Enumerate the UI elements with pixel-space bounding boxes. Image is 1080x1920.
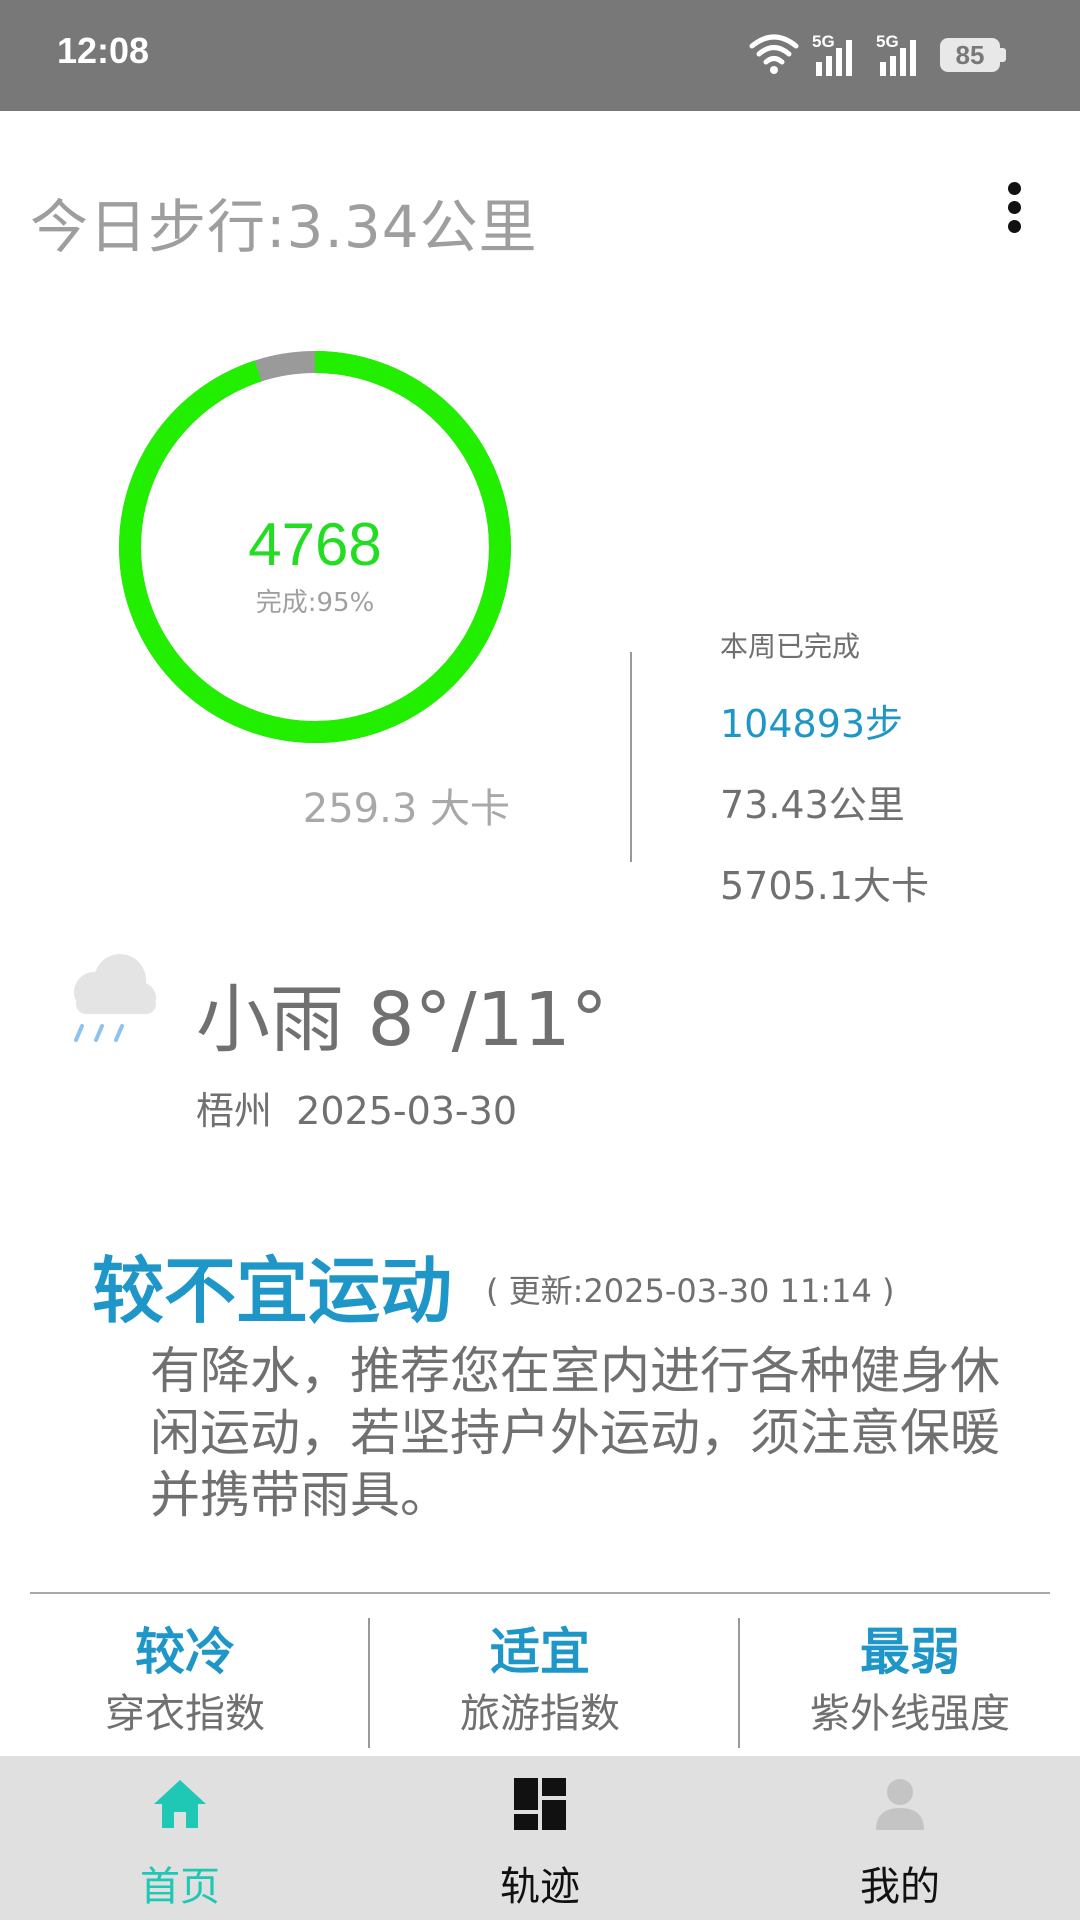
status-time: 12:08 xyxy=(57,30,150,71)
bottom-navigation: 首页 轨迹 我的 xyxy=(0,1756,1080,1920)
week-calories: 5705.1大卡 xyxy=(720,864,929,908)
clothing-index: 较冷 穿衣指数 xyxy=(30,1620,340,1750)
week-summary: 本周已完成 104893步 73.43公里 5705.1大卡 xyxy=(720,625,929,910)
exercise-advice-title: 较不宜运动 xyxy=(92,1249,453,1333)
status-icons: 5G 5G 85 xyxy=(748,30,1018,80)
nav-label: 我的 xyxy=(860,1864,940,1910)
travel-index: 适宜 旅游指数 xyxy=(380,1620,700,1750)
weather-location-date: 梧州 2025-03-30 xyxy=(196,1089,517,1133)
status-bar: 12:08 5G 5G 85 xyxy=(0,0,1080,111)
week-steps: 104893步 xyxy=(720,702,904,746)
index-value: 适宜 xyxy=(490,1623,590,1681)
advice-description: 有降水，推荐您在室内进行各种健身休闲运动，若坚持户外运动，须注意保暖并携带雨具。 xyxy=(150,1342,1000,1524)
section-divider xyxy=(30,1592,1050,1594)
advice-update-time: ( 更新:2025-03-30 11:14 ) xyxy=(486,1272,895,1310)
index-label: 紫外线强度 xyxy=(810,1691,1010,1737)
week-label: 本周已完成 xyxy=(720,630,861,663)
nav-label: 首页 xyxy=(140,1864,220,1910)
nav-home[interactable]: 首页 xyxy=(0,1756,360,1920)
nav-track[interactable]: 轨迹 xyxy=(360,1756,720,1920)
battery-tip xyxy=(1000,48,1006,62)
index-divider xyxy=(368,1618,370,1748)
page-title: 今日步行:3.34公里 xyxy=(30,193,538,261)
more-vertical-icon xyxy=(1008,182,1021,195)
today-steps: 4768 xyxy=(248,511,382,578)
index-label: 穿衣指数 xyxy=(105,1691,265,1737)
more-dot xyxy=(1008,220,1021,233)
more-options-button[interactable] xyxy=(1000,180,1030,236)
signal-strength-icon xyxy=(880,40,916,76)
nav-label: 轨迹 xyxy=(500,1864,580,1910)
today-completion: 完成:95% xyxy=(255,588,375,618)
index-value: 较冷 xyxy=(135,1623,235,1681)
battery-icon: 85 xyxy=(940,38,1000,72)
week-distance: 73.43公里 xyxy=(720,783,905,827)
index-divider xyxy=(738,1618,740,1748)
stats-divider xyxy=(630,652,632,862)
weather-condition: 小雨 8°/11° xyxy=(196,977,608,1063)
wifi-icon xyxy=(749,34,799,74)
index-value: 最弱 xyxy=(860,1623,960,1681)
today-calories: 259.3 大卡 xyxy=(302,786,510,832)
index-label: 旅游指数 xyxy=(460,1691,620,1737)
dashboard-grid-icon xyxy=(514,1778,566,1830)
home-icon xyxy=(154,1780,206,1828)
signal-strength-icon xyxy=(816,40,852,76)
user-profile-icon xyxy=(876,1779,924,1830)
nav-profile[interactable]: 我的 xyxy=(720,1756,1080,1920)
uv-index: 最弱 紫外线强度 xyxy=(750,1620,1070,1750)
more-dot xyxy=(1008,201,1021,214)
rain-cloud-icon xyxy=(74,954,156,1042)
